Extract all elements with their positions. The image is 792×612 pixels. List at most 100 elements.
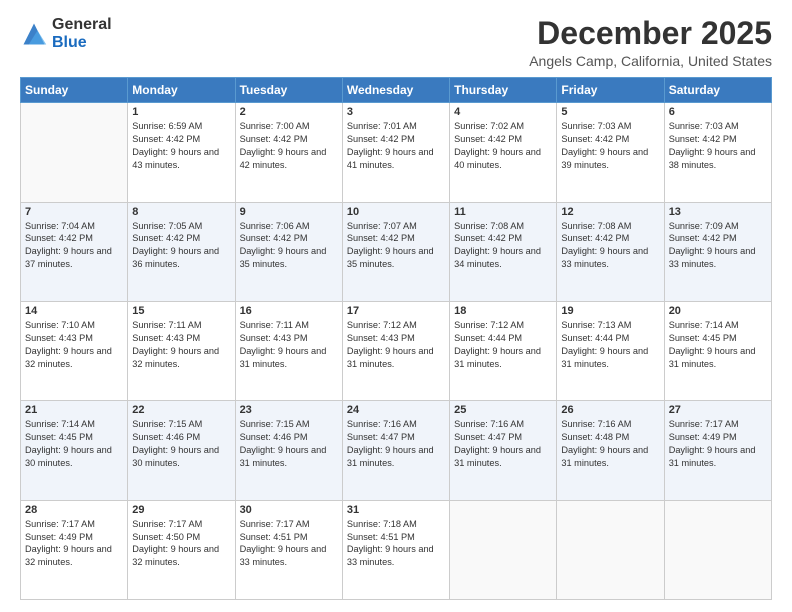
logo-blue: Blue bbox=[52, 34, 112, 52]
day-number: 12 bbox=[561, 206, 659, 218]
day-info: Sunrise: 7:04 AM Sunset: 4:42 PM Dayligh… bbox=[25, 220, 123, 272]
day-number: 15 bbox=[132, 305, 230, 317]
col-friday: Friday bbox=[557, 78, 664, 103]
day-info: Sunrise: 7:17 AM Sunset: 4:51 PM Dayligh… bbox=[240, 518, 338, 570]
col-monday: Monday bbox=[128, 78, 235, 103]
day-info: Sunrise: 7:00 AM Sunset: 4:42 PM Dayligh… bbox=[240, 120, 338, 172]
day-info: Sunrise: 7:17 AM Sunset: 4:49 PM Dayligh… bbox=[669, 418, 767, 470]
day-info: Sunrise: 7:17 AM Sunset: 4:50 PM Dayligh… bbox=[132, 518, 230, 570]
logo: General Blue bbox=[20, 16, 112, 51]
day-number: 16 bbox=[240, 305, 338, 317]
day-number: 20 bbox=[669, 305, 767, 317]
month-title: December 2025 bbox=[529, 16, 772, 51]
location: Angels Camp, California, United States bbox=[529, 53, 772, 69]
col-sunday: Sunday bbox=[21, 78, 128, 103]
day-number: 6 bbox=[669, 106, 767, 118]
table-row: 30 Sunrise: 7:17 AM Sunset: 4:51 PM Dayli… bbox=[235, 500, 342, 599]
day-number: 25 bbox=[454, 404, 552, 416]
day-info: Sunrise: 7:18 AM Sunset: 4:51 PM Dayligh… bbox=[347, 518, 445, 570]
calendar-week-row: 28 Sunrise: 7:17 AM Sunset: 4:49 PM Dayli… bbox=[21, 500, 772, 599]
table-row: 15Sunrise: 7:11 AM Sunset: 4:43 PM Dayli… bbox=[128, 301, 235, 400]
calendar-week-row: 1 Sunrise: 6:59 AM Sunset: 4:42 PM Daylig… bbox=[21, 103, 772, 202]
day-number: 3 bbox=[347, 106, 445, 118]
table-row: 1 Sunrise: 6:59 AM Sunset: 4:42 PM Daylig… bbox=[128, 103, 235, 202]
calendar-week-row: 21 Sunrise: 7:14 AM Sunset: 4:45 PM Dayli… bbox=[21, 401, 772, 500]
day-info: Sunrise: 7:12 AM Sunset: 4:44 PM Dayligh… bbox=[454, 319, 552, 371]
table-row: 20 Sunrise: 7:14 AM Sunset: 4:45 PM Dayli… bbox=[664, 301, 771, 400]
day-info: Sunrise: 7:11 AM Sunset: 4:43 PM Dayligh… bbox=[240, 319, 338, 371]
day-info: Sunrise: 7:03 AM Sunset: 4:42 PM Dayligh… bbox=[561, 120, 659, 172]
day-number: 26 bbox=[561, 404, 659, 416]
table-row: 31 Sunrise: 7:18 AM Sunset: 4:51 PM Dayli… bbox=[342, 500, 449, 599]
day-number: 24 bbox=[347, 404, 445, 416]
table-row: 8 Sunrise: 7:05 AM Sunset: 4:42 PM Daylig… bbox=[128, 202, 235, 301]
day-number: 21 bbox=[25, 404, 123, 416]
col-wednesday: Wednesday bbox=[342, 78, 449, 103]
day-info: Sunrise: 7:15 AM Sunset: 4:46 PM Dayligh… bbox=[132, 418, 230, 470]
day-info: Sunrise: 7:17 AM Sunset: 4:49 PM Dayligh… bbox=[25, 518, 123, 570]
table-row: 26 Sunrise: 7:16 AM Sunset: 4:48 PM Dayli… bbox=[557, 401, 664, 500]
day-info: Sunrise: 7:14 AM Sunset: 4:45 PM Dayligh… bbox=[25, 418, 123, 470]
table-row: 7Sunrise: 7:04 AM Sunset: 4:42 PM Daylig… bbox=[21, 202, 128, 301]
table-row bbox=[664, 500, 771, 599]
day-info: Sunrise: 7:14 AM Sunset: 4:45 PM Dayligh… bbox=[669, 319, 767, 371]
table-row bbox=[557, 500, 664, 599]
table-row: 10 Sunrise: 7:07 AM Sunset: 4:42 PM Dayli… bbox=[342, 202, 449, 301]
col-thursday: Thursday bbox=[450, 78, 557, 103]
table-row: 11 Sunrise: 7:08 AM Sunset: 4:42 PM Dayli… bbox=[450, 202, 557, 301]
day-info: Sunrise: 7:02 AM Sunset: 4:42 PM Dayligh… bbox=[454, 120, 552, 172]
day-number: 2 bbox=[240, 106, 338, 118]
day-info: Sunrise: 7:16 AM Sunset: 4:47 PM Dayligh… bbox=[454, 418, 552, 470]
table-row: 25 Sunrise: 7:16 AM Sunset: 4:47 PM Dayli… bbox=[450, 401, 557, 500]
day-number: 10 bbox=[347, 206, 445, 218]
table-row: 3 Sunrise: 7:01 AM Sunset: 4:42 PM Daylig… bbox=[342, 103, 449, 202]
day-info: Sunrise: 6:59 AM Sunset: 4:42 PM Dayligh… bbox=[132, 120, 230, 172]
table-row: 4 Sunrise: 7:02 AM Sunset: 4:42 PM Daylig… bbox=[450, 103, 557, 202]
col-tuesday: Tuesday bbox=[235, 78, 342, 103]
day-info: Sunrise: 7:05 AM Sunset: 4:42 PM Dayligh… bbox=[132, 220, 230, 272]
table-row: 6 Sunrise: 7:03 AM Sunset: 4:42 PM Daylig… bbox=[664, 103, 771, 202]
table-row: 27 Sunrise: 7:17 AM Sunset: 4:49 PM Dayli… bbox=[664, 401, 771, 500]
calendar-table: Sunday Monday Tuesday Wednesday Thursday… bbox=[20, 77, 772, 600]
page: General Blue December 2025 Angels Camp, … bbox=[0, 0, 792, 612]
day-info: Sunrise: 7:10 AM Sunset: 4:43 PM Dayligh… bbox=[25, 319, 123, 371]
day-info: Sunrise: 7:06 AM Sunset: 4:42 PM Dayligh… bbox=[240, 220, 338, 272]
day-info: Sunrise: 7:01 AM Sunset: 4:42 PM Dayligh… bbox=[347, 120, 445, 172]
day-number: 1 bbox=[132, 106, 230, 118]
table-row: 12 Sunrise: 7:08 AM Sunset: 4:42 PM Dayli… bbox=[557, 202, 664, 301]
table-row: 13 Sunrise: 7:09 AM Sunset: 4:42 PM Dayli… bbox=[664, 202, 771, 301]
logo-text: General Blue bbox=[52, 16, 112, 51]
day-info: Sunrise: 7:03 AM Sunset: 4:42 PM Dayligh… bbox=[669, 120, 767, 172]
day-number: 5 bbox=[561, 106, 659, 118]
title-block: December 2025 Angels Camp, California, U… bbox=[529, 16, 772, 69]
logo-icon bbox=[20, 20, 48, 48]
table-row: 18Sunrise: 7:12 AM Sunset: 4:44 PM Dayli… bbox=[450, 301, 557, 400]
table-row: 23Sunrise: 7:15 AM Sunset: 4:46 PM Dayli… bbox=[235, 401, 342, 500]
table-row: 22 Sunrise: 7:15 AM Sunset: 4:46 PM Dayli… bbox=[128, 401, 235, 500]
day-info: Sunrise: 7:08 AM Sunset: 4:42 PM Dayligh… bbox=[561, 220, 659, 272]
table-row: 19Sunrise: 7:13 AM Sunset: 4:44 PM Dayli… bbox=[557, 301, 664, 400]
col-saturday: Saturday bbox=[664, 78, 771, 103]
day-number: 30 bbox=[240, 504, 338, 516]
day-info: Sunrise: 7:09 AM Sunset: 4:42 PM Dayligh… bbox=[669, 220, 767, 272]
table-row: 29Sunrise: 7:17 AM Sunset: 4:50 PM Dayli… bbox=[128, 500, 235, 599]
day-number: 9 bbox=[240, 206, 338, 218]
day-number: 27 bbox=[669, 404, 767, 416]
day-number: 31 bbox=[347, 504, 445, 516]
day-info: Sunrise: 7:08 AM Sunset: 4:42 PM Dayligh… bbox=[454, 220, 552, 272]
day-number: 11 bbox=[454, 206, 552, 218]
day-info: Sunrise: 7:16 AM Sunset: 4:48 PM Dayligh… bbox=[561, 418, 659, 470]
calendar-header-row: Sunday Monday Tuesday Wednesday Thursday… bbox=[21, 78, 772, 103]
day-number: 13 bbox=[669, 206, 767, 218]
table-row: 2 Sunrise: 7:00 AM Sunset: 4:42 PM Daylig… bbox=[235, 103, 342, 202]
table-row: 5 Sunrise: 7:03 AM Sunset: 4:42 PM Daylig… bbox=[557, 103, 664, 202]
header: General Blue December 2025 Angels Camp, … bbox=[20, 16, 772, 69]
day-number: 28 bbox=[25, 504, 123, 516]
day-info: Sunrise: 7:07 AM Sunset: 4:42 PM Dayligh… bbox=[347, 220, 445, 272]
day-number: 4 bbox=[454, 106, 552, 118]
table-row bbox=[450, 500, 557, 599]
calendar-week-row: 14Sunrise: 7:10 AM Sunset: 4:43 PM Dayli… bbox=[21, 301, 772, 400]
day-info: Sunrise: 7:13 AM Sunset: 4:44 PM Dayligh… bbox=[561, 319, 659, 371]
day-number: 8 bbox=[132, 206, 230, 218]
day-number: 22 bbox=[132, 404, 230, 416]
